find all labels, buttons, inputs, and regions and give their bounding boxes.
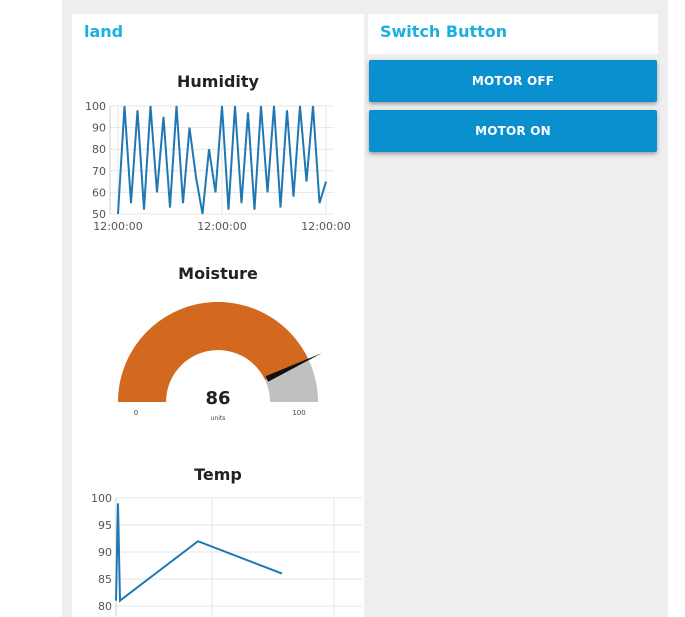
gauge-min-label: 0 bbox=[134, 409, 138, 417]
temp-y-tick-label: 80 bbox=[98, 600, 112, 613]
temp-title: Temp bbox=[194, 465, 242, 484]
temp-y-tick-label: 100 bbox=[91, 492, 112, 505]
gauge-value: 86 bbox=[205, 388, 230, 409]
moisture-title: Moisture bbox=[178, 264, 258, 283]
humidity-x-tick-label: 12:00:00 bbox=[93, 220, 142, 233]
motor-off-button[interactable]: MOTOR OFF bbox=[369, 60, 657, 102]
humidity-y-tick-label: 100 bbox=[85, 100, 106, 113]
temp-y-tick-label: 95 bbox=[98, 519, 112, 532]
gauge-max-label: 100 bbox=[292, 409, 305, 417]
humidity-chart: 1009080706050 12:00:00 12:00:00 12:00:00 bbox=[85, 100, 351, 233]
humidity-title: Humidity bbox=[177, 72, 259, 91]
group-title-switch-button: Switch Button bbox=[380, 22, 508, 41]
temp-chart: 100 95 90 85 80 bbox=[91, 492, 362, 616]
group-title-land: land bbox=[84, 22, 124, 41]
humidity-y-tick-label: 60 bbox=[92, 186, 106, 199]
humidity-y-tick-label: 90 bbox=[92, 122, 106, 135]
gauge-units: units bbox=[211, 415, 226, 422]
humidity-y-ticks: 1009080706050 bbox=[85, 100, 106, 221]
temp-y-ticks: 100 95 90 85 80 bbox=[91, 492, 112, 613]
humidity-x-tick-label: 12:00:00 bbox=[301, 220, 350, 233]
humidity-y-tick-label: 80 bbox=[92, 143, 106, 156]
moisture-gauge: 86 units 0 100 bbox=[118, 302, 323, 422]
group-switch-button: Switch Button bbox=[368, 14, 658, 54]
humidity-x-tick-label: 12:00:00 bbox=[197, 220, 246, 233]
motor-on-button[interactable]: MOTOR ON bbox=[369, 110, 657, 152]
humidity-x-ticks: 12:00:00 12:00:00 12:00:00 bbox=[93, 220, 350, 233]
temp-y-tick-label: 85 bbox=[98, 573, 112, 586]
temp-y-tick-label: 90 bbox=[98, 546, 112, 559]
humidity-y-tick-label: 70 bbox=[92, 165, 106, 178]
